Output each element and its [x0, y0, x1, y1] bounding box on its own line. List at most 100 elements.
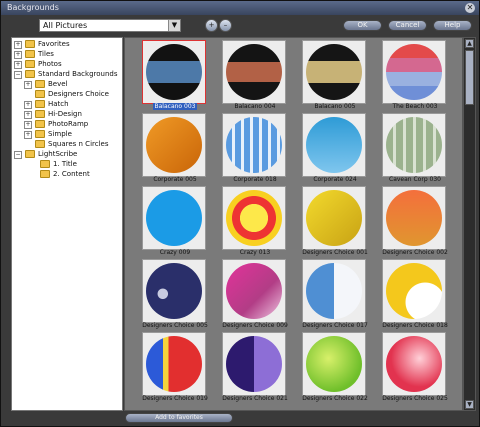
thumbnail-corporate-018[interactable]: Corporate 018 — [220, 113, 290, 189]
thumbnail-balacano-004[interactable]: Balacano 004 — [220, 40, 290, 116]
expand-icon[interactable]: + — [14, 51, 22, 59]
thumbnail-corporate-024[interactable]: Corporate 024 — [300, 113, 370, 189]
thumbnail-caption: Cavean Corp 030 — [389, 176, 441, 183]
thumbnail-caption: The Beach 003 — [392, 103, 438, 110]
thumbnail-image — [146, 263, 202, 319]
thumbnail-caption: Designers Choice 021 — [222, 395, 288, 402]
thumbnail-the-beach-003[interactable]: The Beach 003 — [380, 40, 450, 116]
picture-filter-value: All Pictures — [43, 21, 88, 30]
thumbnail-caption: Designers Choice 017 — [302, 322, 368, 329]
thumbnail-frame — [382, 186, 446, 250]
tree-item-label: 2. Content — [53, 170, 90, 178]
expand-icon[interactable]: + — [14, 61, 22, 69]
thumbnail-image — [306, 44, 362, 100]
tree-item-label: Hatch — [48, 100, 69, 108]
folder-icon — [35, 130, 45, 138]
thumbnail-frame — [382, 113, 446, 177]
thumbnail-frame — [222, 332, 286, 396]
ok-button[interactable]: OK — [343, 20, 382, 31]
expand-icon[interactable]: + — [24, 81, 32, 89]
thumbnail-image — [226, 336, 282, 392]
thumbnail-designers-choice-017[interactable]: Designers Choice 017 — [300, 259, 370, 335]
zoom-in-icon[interactable]: + — [205, 19, 218, 32]
thumbnail-designers-choice-019[interactable]: Designers Choice 019 — [140, 332, 210, 408]
thumbnail-frame — [302, 186, 366, 250]
thumbnail-caption: Designers Choice 022 — [302, 395, 368, 402]
thumbnail-designers-choice-002[interactable]: Designers Choice 002 — [380, 186, 450, 262]
collapse-icon[interactable]: − — [14, 71, 22, 79]
title-bar: Backgrounds ✕ — [1, 1, 479, 15]
add-to-favorites-button[interactable]: Add to favorites — [125, 413, 233, 423]
folder-icon — [35, 120, 45, 128]
background-gallery: Balacano 003 Balacano 004 Balacano 005 T… — [124, 37, 463, 411]
thumbnail-designers-choice-009[interactable]: Designers Choice 009 — [220, 259, 290, 335]
expand-icon[interactable]: + — [24, 111, 32, 119]
thumbnail-caption: Designers Choice 001 — [302, 249, 368, 256]
folder-icon — [35, 100, 45, 108]
thumbnail-crazy-013[interactable]: Crazy 013 — [220, 186, 290, 262]
thumbnail-frame — [382, 40, 446, 104]
thumbnail-caption: Balacano 004 — [234, 103, 276, 110]
tree-item-label: Designers Choice — [48, 90, 109, 98]
tree-item-label: Simple — [48, 130, 72, 138]
scroll-down-icon[interactable]: ▼ — [465, 400, 474, 409]
thumbnail-corporate-005[interactable]: Corporate 005 — [140, 113, 210, 189]
thumbnail-image — [146, 336, 202, 392]
thumbnail-image — [146, 44, 202, 100]
thumbnail-cavean-corp-030[interactable]: Cavean Corp 030 — [380, 113, 450, 189]
help-button[interactable]: Help — [433, 20, 472, 31]
expand-icon[interactable]: + — [14, 41, 22, 49]
tree-item-label: Bevel — [48, 80, 68, 88]
folder-icon — [25, 40, 35, 48]
folder-icon — [35, 110, 45, 118]
cancel-button[interactable]: Cancel — [388, 20, 427, 31]
thumbnail-caption: Crazy 009 — [159, 249, 191, 256]
thumbnail-image — [226, 117, 282, 173]
thumbnail-caption: Designers Choice 005 — [142, 322, 208, 329]
thumbnail-caption: Designers Choice 025 — [382, 395, 448, 402]
folder-icon — [35, 140, 45, 148]
tree-item-label: LightScribe — [38, 150, 78, 158]
expand-icon[interactable]: + — [24, 101, 32, 109]
thumbnail-image — [386, 263, 442, 319]
picture-filter-select[interactable]: All Pictures ▼ — [39, 19, 181, 32]
scroll-up-icon[interactable]: ▲ — [465, 39, 474, 48]
expand-icon[interactable]: + — [24, 131, 32, 139]
thumbnail-frame — [142, 186, 206, 250]
expand-icon[interactable]: + — [24, 121, 32, 129]
close-button[interactable]: ✕ — [465, 3, 475, 13]
thumbnail-designers-choice-022[interactable]: Designers Choice 022 — [300, 332, 370, 408]
thumbnail-balacano-003[interactable]: Balacano 003 — [140, 40, 210, 116]
toolbar: All Pictures ▼ + – OK Cancel Help — [1, 15, 479, 37]
chevron-down-icon[interactable]: ▼ — [168, 20, 180, 31]
tree-item-label: 1. Title — [53, 160, 77, 168]
thumbnail-crazy-009[interactable]: Crazy 009 — [140, 186, 210, 262]
thumbnail-frame — [142, 259, 206, 323]
thumbnail-image — [386, 44, 442, 100]
folder-icon — [40, 170, 50, 178]
tree-item-label: Tiles — [38, 50, 54, 58]
thumbnail-image — [226, 263, 282, 319]
thumbnail-frame — [302, 259, 366, 323]
thumbnail-image — [386, 190, 442, 246]
thumbnail-designers-choice-001[interactable]: Designers Choice 001 — [300, 186, 370, 262]
thumbnail-designers-choice-025[interactable]: Designers Choice 025 — [380, 332, 450, 408]
thumbnail-frame — [302, 113, 366, 177]
scrollbar-thumb[interactable] — [465, 50, 474, 105]
folder-icon — [35, 90, 45, 98]
thumbnail-image — [226, 44, 282, 100]
tree-item-label: Hi-Design — [48, 110, 82, 118]
folder-icon — [25, 50, 35, 58]
window-title: Backgrounds — [7, 3, 59, 12]
thumbnail-designers-choice-021[interactable]: Designers Choice 021 — [220, 332, 290, 408]
thumbnail-designers-choice-005[interactable]: Designers Choice 005 — [140, 259, 210, 335]
thumbnail-designers-choice-018[interactable]: Designers Choice 018 — [380, 259, 450, 335]
zoom-out-icon[interactable]: – — [219, 19, 232, 32]
gallery-scrollbar[interactable]: ▲ ▼ — [463, 37, 476, 411]
thumbnail-caption: Corporate 024 — [313, 176, 357, 183]
thumbnail-image — [146, 117, 202, 173]
thumbnail-image — [146, 190, 202, 246]
thumbnail-balacano-005[interactable]: Balacano 005 — [300, 40, 370, 116]
thumbnail-caption: Corporate 005 — [153, 176, 197, 183]
collapse-icon[interactable]: − — [14, 151, 22, 159]
